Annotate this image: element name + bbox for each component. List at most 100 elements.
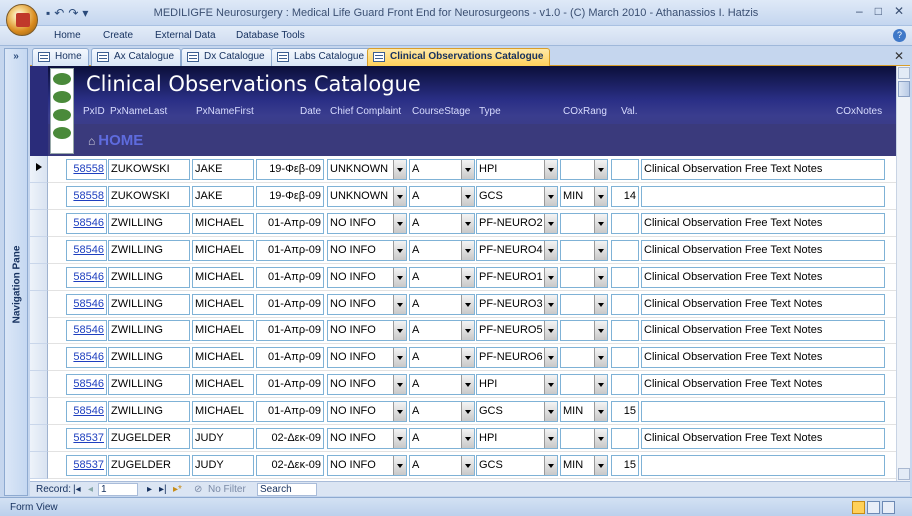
date-field[interactable]: 01-Απρ-09 bbox=[256, 347, 324, 369]
dropdown-arrow-icon[interactable] bbox=[544, 186, 557, 206]
record-selector[interactable] bbox=[30, 290, 48, 318]
dropdown-arrow-icon[interactable] bbox=[393, 375, 406, 395]
coxrang-combo[interactable] bbox=[560, 159, 608, 180]
chief-complaint-combo[interactable]: NO INFO bbox=[327, 212, 407, 234]
date-field[interactable]: 02-Δεκ-09 bbox=[256, 454, 324, 476]
chief-complaint-combo[interactable]: NO INFO bbox=[327, 401, 407, 423]
chief-complaint-combo[interactable]: NO INFO bbox=[327, 239, 407, 261]
name-last-field[interactable]: ZUGELDER bbox=[108, 428, 190, 449]
coxrang-combo[interactable] bbox=[560, 266, 608, 288]
name-last-field[interactable]: ZWILLING bbox=[108, 320, 190, 342]
next-record-icon[interactable]: ▸ bbox=[147, 484, 152, 495]
tab-ax-catalogue[interactable]: Ax Catalogue bbox=[91, 48, 182, 66]
dropdown-arrow-icon[interactable] bbox=[594, 240, 607, 260]
dropdown-arrow-icon[interactable] bbox=[594, 402, 607, 422]
dropdown-arrow-icon[interactable] bbox=[594, 455, 607, 475]
pxid-field[interactable]: 58546 bbox=[66, 347, 107, 369]
type-combo[interactable]: PF-NEURO2 bbox=[476, 212, 558, 234]
name-first-field[interactable]: JAKE bbox=[192, 159, 254, 180]
notes-field[interactable] bbox=[641, 185, 885, 207]
value-field[interactable]: 14 bbox=[611, 185, 639, 207]
course-stage-combo[interactable]: A bbox=[409, 185, 475, 207]
name-last-field[interactable]: ZWILLING bbox=[108, 347, 190, 369]
date-field[interactable]: 02-Δεκ-09 bbox=[256, 428, 324, 449]
dropdown-arrow-icon[interactable] bbox=[544, 240, 557, 260]
dropdown-arrow-icon[interactable] bbox=[461, 429, 474, 448]
dropdown-arrow-icon[interactable] bbox=[461, 321, 474, 341]
chief-complaint-combo[interactable]: NO INFO bbox=[327, 293, 407, 315]
office-button[interactable] bbox=[6, 4, 38, 36]
record-selector[interactable] bbox=[30, 263, 48, 291]
prev-record-icon[interactable]: ◂ bbox=[88, 484, 93, 495]
value-field[interactable] bbox=[611, 428, 639, 449]
dropdown-arrow-icon[interactable] bbox=[393, 402, 406, 422]
pxid-field[interactable]: 58558 bbox=[66, 185, 107, 207]
coxrang-combo[interactable] bbox=[560, 374, 608, 396]
search-box[interactable]: Search bbox=[257, 483, 317, 496]
dropdown-arrow-icon[interactable] bbox=[544, 348, 557, 368]
value-field[interactable] bbox=[611, 320, 639, 342]
maximize-icon[interactable]: □ bbox=[875, 4, 882, 18]
pxid-field[interactable]: 58558 bbox=[66, 159, 107, 180]
name-last-field[interactable]: ZUGELDER bbox=[108, 454, 190, 476]
value-field[interactable] bbox=[611, 159, 639, 180]
chief-complaint-combo[interactable]: NO INFO bbox=[327, 320, 407, 342]
coxrang-combo[interactable] bbox=[560, 347, 608, 369]
pxid-field[interactable]: 58546 bbox=[66, 374, 107, 396]
dropdown-arrow-icon[interactable] bbox=[461, 375, 474, 395]
notes-field[interactable]: Clinical Observation Free Text Notes bbox=[641, 159, 885, 180]
date-field[interactable]: 01-Απρ-09 bbox=[256, 266, 324, 288]
dropdown-arrow-icon[interactable] bbox=[594, 267, 607, 287]
ribbon-tab-create[interactable]: Create bbox=[103, 30, 133, 41]
name-first-field[interactable]: MICHAEL bbox=[192, 320, 254, 342]
record-selector[interactable] bbox=[30, 371, 48, 399]
notes-field[interactable] bbox=[641, 401, 885, 423]
record-selector[interactable] bbox=[30, 451, 48, 479]
type-combo[interactable]: PF-NEURO5 bbox=[476, 320, 558, 342]
dropdown-arrow-icon[interactable] bbox=[544, 429, 557, 448]
name-first-field[interactable]: MICHAEL bbox=[192, 401, 254, 423]
record-selector[interactable] bbox=[30, 344, 48, 372]
course-stage-combo[interactable]: A bbox=[409, 320, 475, 342]
help-icon[interactable]: ? bbox=[893, 29, 906, 42]
coxrang-combo[interactable]: MIN bbox=[560, 454, 608, 476]
date-field[interactable]: 01-Απρ-09 bbox=[256, 293, 324, 315]
course-stage-combo[interactable]: A bbox=[409, 374, 475, 396]
scroll-up-icon[interactable] bbox=[898, 67, 910, 79]
close-tab-icon[interactable]: ✕ bbox=[894, 49, 904, 63]
name-last-field[interactable]: ZWILLING bbox=[108, 401, 190, 423]
name-first-field[interactable]: MICHAEL bbox=[192, 293, 254, 315]
dropdown-arrow-icon[interactable] bbox=[461, 294, 474, 314]
notes-field[interactable]: Clinical Observation Free Text Notes bbox=[641, 293, 885, 315]
dropdown-arrow-icon[interactable] bbox=[544, 375, 557, 395]
notes-field[interactable]: Clinical Observation Free Text Notes bbox=[641, 347, 885, 369]
dropdown-arrow-icon[interactable] bbox=[594, 429, 607, 448]
chief-complaint-combo[interactable]: UNKNOWN bbox=[327, 185, 407, 207]
dropdown-arrow-icon[interactable] bbox=[594, 348, 607, 368]
dropdown-arrow-icon[interactable] bbox=[544, 213, 557, 233]
dropdown-arrow-icon[interactable] bbox=[594, 321, 607, 341]
pxid-field[interactable]: 58546 bbox=[66, 266, 107, 288]
date-field[interactable]: 01-Απρ-09 bbox=[256, 374, 324, 396]
name-last-field[interactable]: ZWILLING bbox=[108, 374, 190, 396]
value-field[interactable]: 15 bbox=[611, 401, 639, 423]
design-view-icon[interactable] bbox=[882, 501, 895, 514]
course-stage-combo[interactable]: A bbox=[409, 293, 475, 315]
filter-icon[interactable]: ⊘ bbox=[194, 484, 202, 495]
tab-clinical-observations-catalogue[interactable]: Clinical Observations Catalogue bbox=[367, 48, 551, 66]
dropdown-arrow-icon[interactable] bbox=[393, 267, 406, 287]
scroll-down-icon[interactable] bbox=[898, 468, 910, 480]
name-last-field[interactable]: ZWILLING bbox=[108, 266, 190, 288]
type-combo[interactable]: PF-NEURO3 bbox=[476, 293, 558, 315]
name-first-field[interactable]: JUDY bbox=[192, 428, 254, 449]
coxrang-combo[interactable]: MIN bbox=[560, 401, 608, 423]
date-field[interactable]: 19-Φεβ-09 bbox=[256, 159, 324, 180]
pxid-field[interactable]: 58546 bbox=[66, 212, 107, 234]
type-combo[interactable]: GCS bbox=[476, 454, 558, 476]
type-combo[interactable]: PF-NEURO1 bbox=[476, 266, 558, 288]
value-field[interactable] bbox=[611, 266, 639, 288]
record-selector[interactable] bbox=[30, 398, 48, 426]
value-field[interactable] bbox=[611, 374, 639, 396]
record-selector[interactable] bbox=[30, 317, 48, 345]
value-field[interactable]: 15 bbox=[611, 454, 639, 476]
